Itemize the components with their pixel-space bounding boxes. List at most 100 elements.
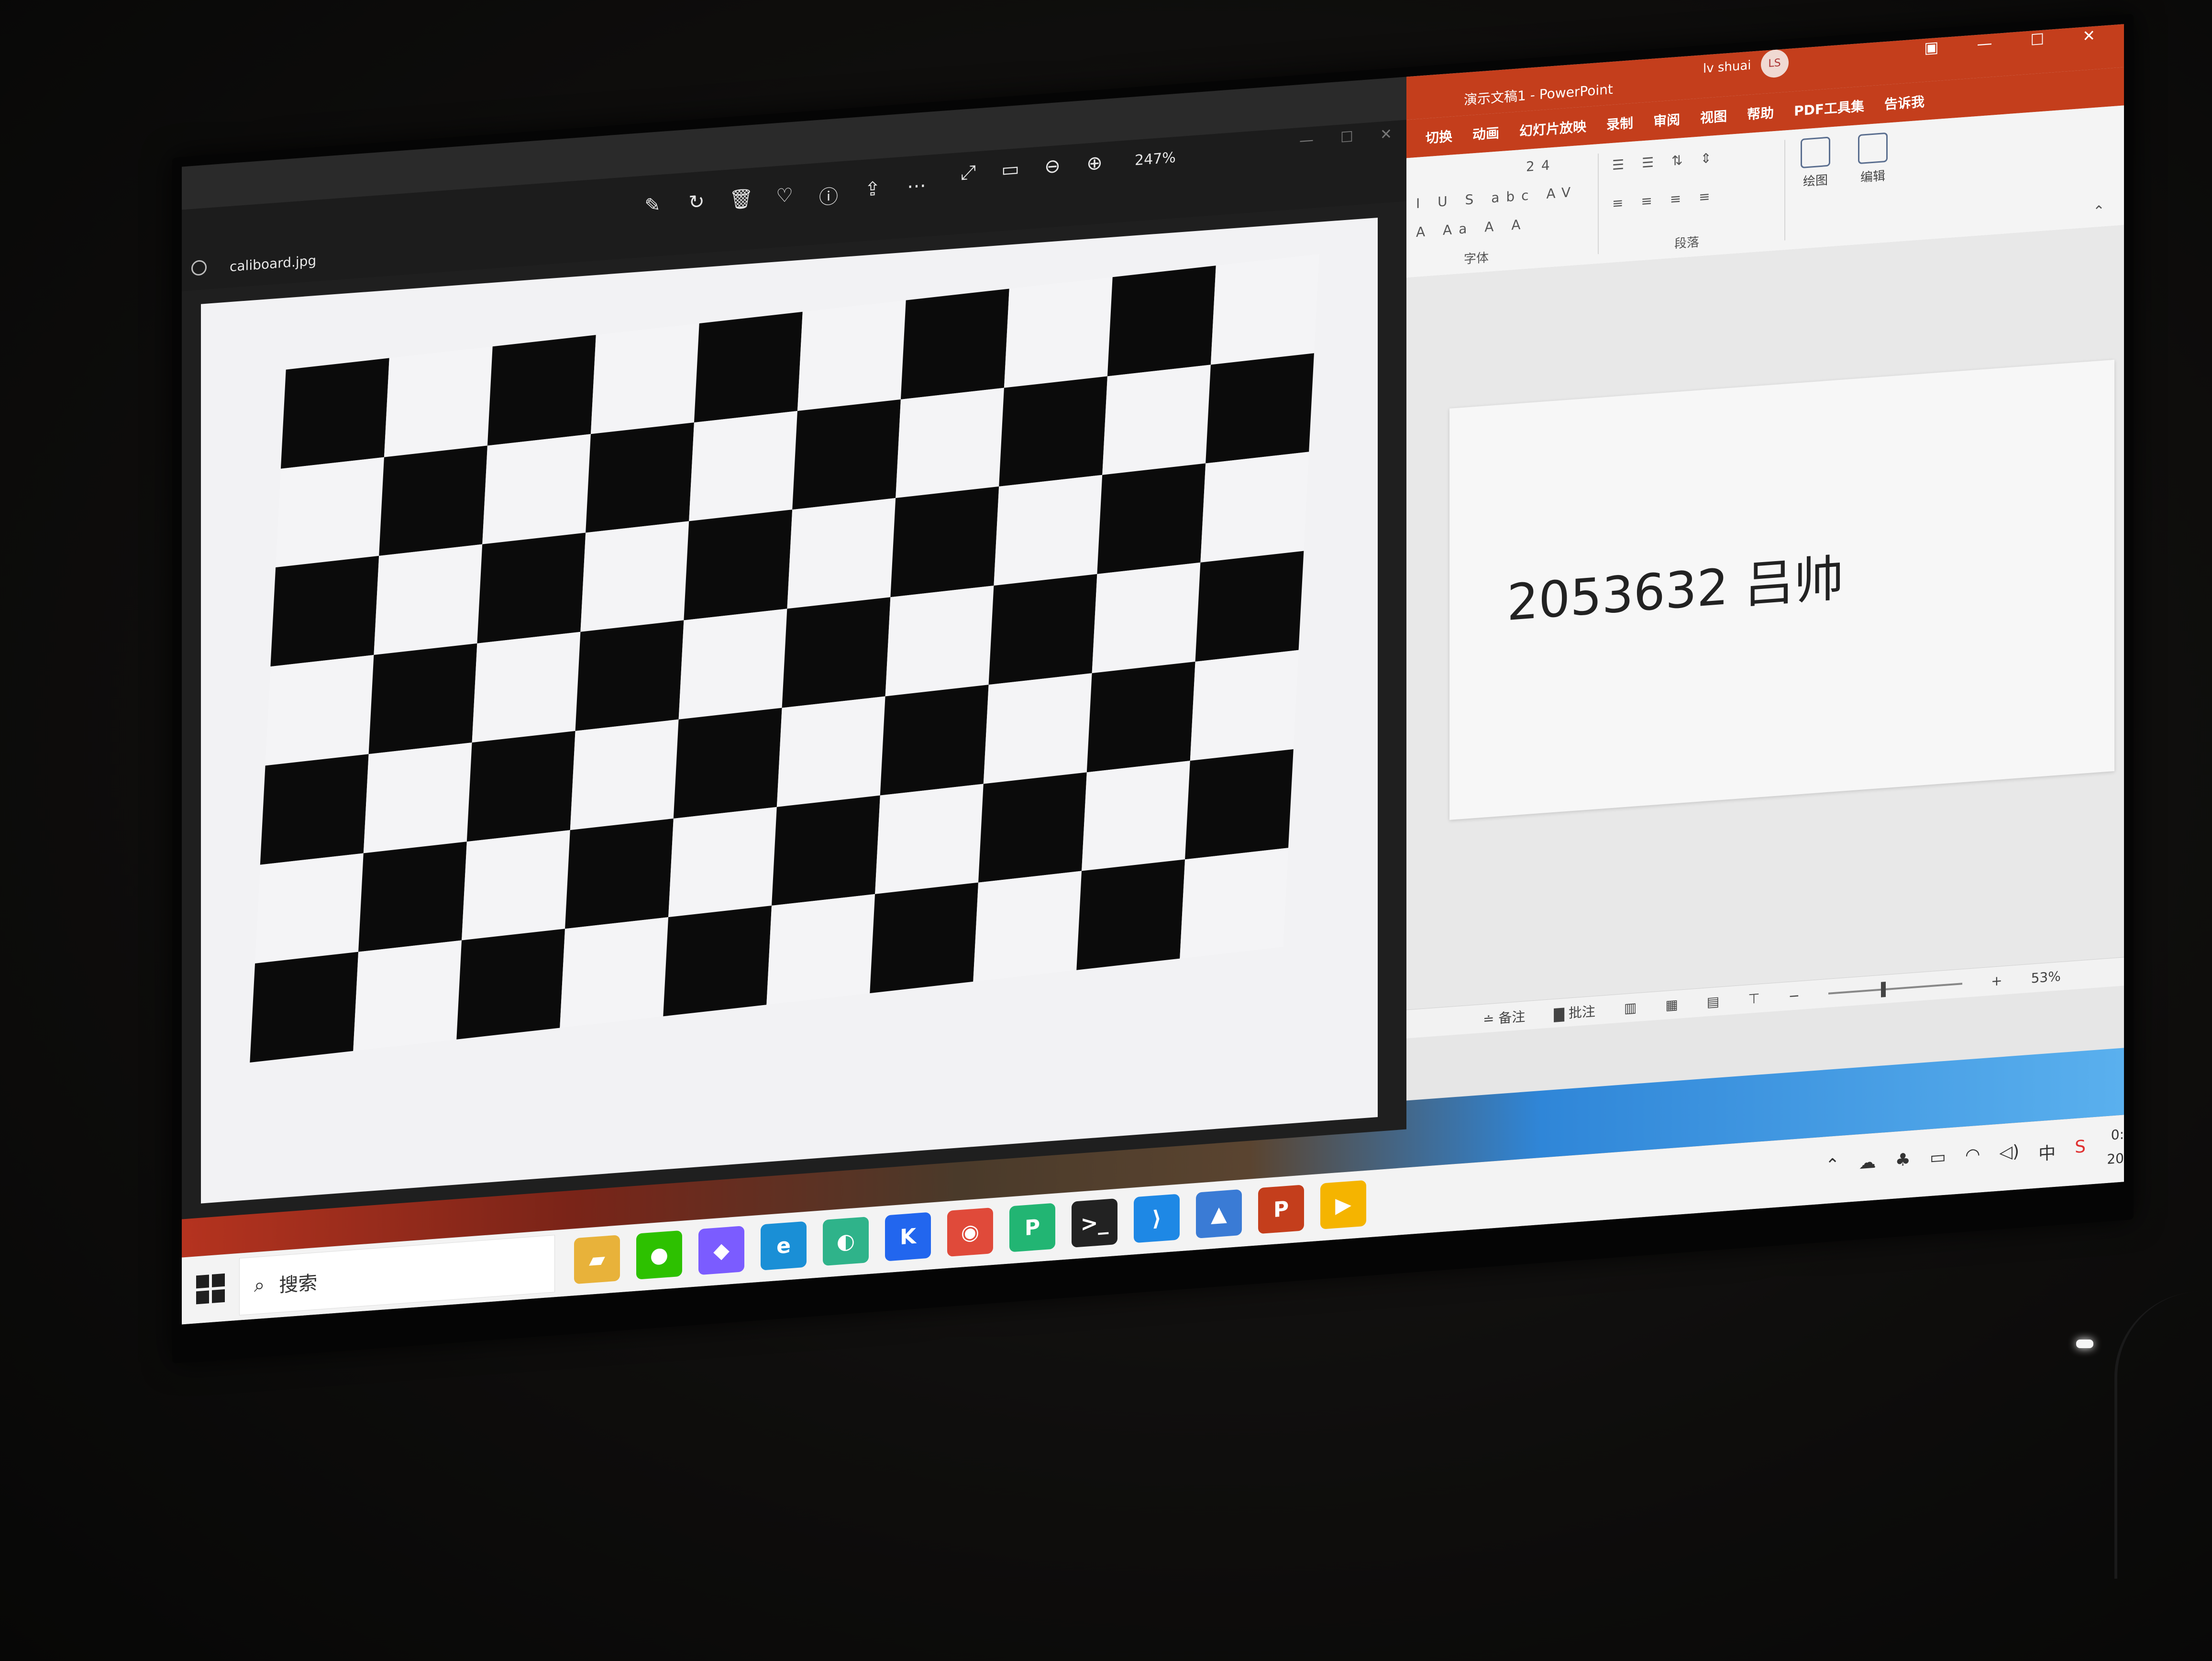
font-group-label: 字体 <box>1464 250 1489 267</box>
notes-button[interactable]: ≐ 备注 <box>1483 1006 1525 1028</box>
account[interactable]: lv shuai LS <box>1703 48 1789 83</box>
chevron-up-icon[interactable]: ⌃ <box>1825 1155 1840 1181</box>
slide[interactable]: 2053632 吕帅 <box>1449 359 2114 820</box>
photo-canvas[interactable] <box>201 217 1378 1204</box>
favorite-icon[interactable]: ♡ <box>773 184 796 213</box>
checker-square <box>766 894 875 1005</box>
checker-square <box>973 871 1082 982</box>
qq-icon[interactable]: ♣ <box>1895 1150 1911 1175</box>
zoom-percent[interactable]: 53% <box>2031 968 2061 986</box>
search-placeholder: 搜索 <box>279 1272 318 1297</box>
tab-view[interactable]: 视图 <box>1700 106 1727 127</box>
collapse-ribbon-icon[interactable]: ⌃ <box>2093 202 2105 220</box>
video-app-icon[interactable]: ▶ <box>1320 1180 1366 1229</box>
fullscreen-icon[interactable]: ⤢ <box>957 161 980 185</box>
edit-icon[interactable]: ✎ <box>641 194 664 223</box>
kuake-icon[interactable]: K <box>885 1212 931 1262</box>
checker-square <box>1185 749 1294 860</box>
info-icon[interactable]: ⓘ <box>817 180 840 210</box>
ime-indicator[interactable]: 中 <box>2038 1139 2056 1165</box>
tab-pdf-tools[interactable]: PDF工具集 <box>1794 96 1864 120</box>
checker-square <box>870 882 979 994</box>
zoom-out-button[interactable]: − <box>1789 987 1800 1004</box>
minimize-icon[interactable]: — <box>1977 34 1992 53</box>
avatar[interactable]: LS <box>1760 48 1789 79</box>
windows-start-icon[interactable] <box>196 1273 225 1305</box>
slide-title-text[interactable]: 2053632 吕帅 <box>1507 537 1844 634</box>
zoom-slider[interactable] <box>1828 982 1963 995</box>
minimize-icon[interactable]: — <box>1299 132 1314 149</box>
checker-square <box>353 940 462 1051</box>
user-name: lv shuai <box>1703 58 1751 77</box>
maximize-icon[interactable]: ☐ <box>2031 30 2045 49</box>
ribbon-display-icon[interactable]: ▣ <box>1924 38 1938 57</box>
screen: caliboard.jpg ✎ ↻ 🗑 ♡ ⓘ ⇪ ⋯ ⤢ ▭ ⊖ ⊕ 247% <box>182 24 2124 1325</box>
checker-square <box>586 422 694 533</box>
checker-square <box>782 597 891 708</box>
sorter-view-icon[interactable]: ▦ <box>1665 997 1678 1013</box>
reading-view-icon[interactable]: ▤ <box>1707 993 1719 1010</box>
cloud-icon[interactable]: ☁ <box>1859 1152 1876 1178</box>
pdf-icon[interactable]: P <box>1009 1203 1055 1252</box>
normal-view-icon[interactable]: ▥ <box>1624 999 1637 1016</box>
zoom-out-icon[interactable]: ⊖ <box>1041 155 1064 178</box>
checker-square <box>456 929 565 1040</box>
zoom-in-button[interactable]: + <box>1991 973 2002 989</box>
system-tray: ⌃ ☁ ♣ ▭ ◠ ◁) 中 S <box>1825 1137 2086 1181</box>
tab-slideshow[interactable]: 幻灯片放映 <box>1519 116 1586 140</box>
checker-square <box>250 952 359 1063</box>
tab-animations[interactable]: 动画 <box>1472 122 1499 144</box>
zoom-in-icon[interactable]: ⊕ <box>1083 152 1106 176</box>
photos-window: caliboard.jpg ✎ ↻ 🗑 ♡ ⓘ ⇪ ⋯ ⤢ ▭ ⊖ ⊕ 247% <box>182 120 1406 1219</box>
maximize-icon[interactable]: ☐ <box>1340 129 1353 146</box>
font-color-buttons[interactable]: A Aa A A <box>1416 216 1527 240</box>
font-format-buttons[interactable]: I U S abc AV <box>1416 184 1577 211</box>
terminal-icon[interactable]: >_ <box>1072 1198 1117 1248</box>
clock[interactable]: 0: 20 <box>2095 1122 2124 1172</box>
volume-icon[interactable]: ◁) <box>1999 1141 2019 1168</box>
powerpoint-window: 演示文稿1 - PowerPoint lv shuai LS ▣ — ☐ ✕ 切… <box>1406 24 2124 1101</box>
app-green-icon[interactable]: ◐ <box>823 1217 869 1266</box>
display-icon[interactable]: ▭ <box>1930 1147 1946 1173</box>
close-icon[interactable]: ✕ <box>1380 126 1392 144</box>
powerpoint-icon[interactable]: P <box>1258 1185 1304 1234</box>
draw-icon <box>1801 136 1830 169</box>
wifi-icon[interactable]: ◠ <box>1965 1144 1980 1170</box>
checker-square <box>482 434 591 545</box>
vscode-icon[interactable]: ⟩ <box>1134 1194 1180 1243</box>
file-explorer-icon[interactable]: ▰ <box>574 1235 620 1285</box>
draw-button[interactable]: 绘图 <box>1794 136 1837 190</box>
copilot-icon[interactable]: ◆ <box>698 1226 744 1275</box>
comments-button[interactable]: ▇ 批注 <box>1554 1001 1595 1023</box>
wechat-icon[interactable]: ● <box>636 1230 682 1280</box>
more-icon[interactable]: ⋯ <box>905 174 928 204</box>
photos-icon[interactable]: ▲ <box>1196 1189 1242 1239</box>
checker-square <box>580 521 689 632</box>
tab-help[interactable]: 帮助 <box>1747 102 1774 123</box>
edge-icon[interactable]: e <box>761 1221 807 1271</box>
checker-square <box>787 498 896 609</box>
tab-tell-me[interactable]: 告诉我 <box>1884 91 1924 113</box>
share-icon[interactable]: ⇪ <box>861 177 884 207</box>
tab-record[interactable]: 录制 <box>1606 113 1633 134</box>
close-icon[interactable]: ✕ <box>2082 26 2095 45</box>
slideshow-icon[interactable]: ⊤ <box>1748 990 1759 1007</box>
draw-label: 绘图 <box>1803 173 1828 189</box>
monitor-power-led <box>2076 1340 2093 1348</box>
checker-square <box>270 556 379 667</box>
sogou-icon[interactable]: S <box>2075 1137 2086 1163</box>
checker-square <box>797 300 906 411</box>
rotate-icon[interactable]: ↻ <box>685 190 708 220</box>
edit-button[interactable]: 编辑 <box>1851 132 1894 187</box>
slide-editor: 2053632 吕帅 <box>1406 225 2124 1010</box>
list-buttons[interactable]: ☰ ☰ ⇅ ⇕ <box>1612 150 1718 173</box>
tab-review[interactable]: 审阅 <box>1653 110 1680 131</box>
tab-transitions[interactable]: 切换 <box>1426 126 1452 147</box>
align-buttons[interactable]: ≡ ≡ ≡ ≡ <box>1612 188 1717 211</box>
chrome-icon[interactable]: ◉ <box>947 1207 993 1257</box>
fit-icon[interactable]: ▭ <box>999 158 1022 182</box>
delete-icon[interactable]: 🗑 <box>729 187 753 217</box>
checker-square <box>678 609 787 720</box>
zoom-level[interactable]: 247% <box>1135 149 1176 168</box>
font-size-box[interactable]: 24 <box>1526 157 1557 175</box>
